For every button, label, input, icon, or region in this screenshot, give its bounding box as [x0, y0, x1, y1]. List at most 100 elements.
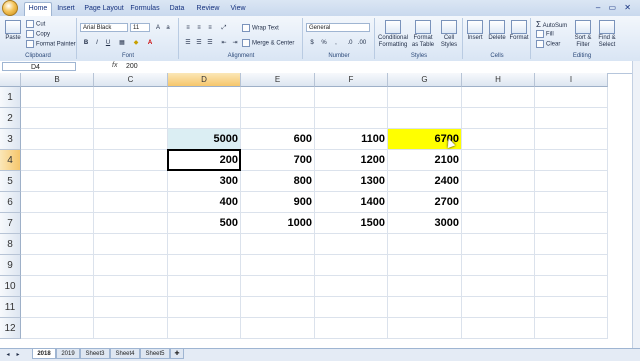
sort-filter-button[interactable]: Sort & Filter: [572, 20, 594, 49]
cell-b3[interactable]: [21, 129, 94, 150]
cell-e4[interactable]: 700: [241, 150, 315, 171]
format-painter-button[interactable]: Format Painter: [26, 40, 76, 48]
align-bottom-icon[interactable]: ≡: [204, 23, 216, 34]
row-header-3[interactable]: 3: [0, 129, 21, 150]
tab-page-layout[interactable]: Page Layout: [84, 3, 124, 16]
cell-g7[interactable]: 3000: [388, 213, 462, 234]
cell-g10[interactable]: [388, 276, 462, 297]
cell-e8[interactable]: [241, 234, 315, 255]
font-size-select[interactable]: 11: [130, 23, 150, 32]
font-color-icon[interactable]: A: [144, 38, 156, 49]
cell-d5[interactable]: 300: [168, 171, 241, 192]
cell-e1[interactable]: [241, 87, 315, 108]
row-header-7[interactable]: 7: [0, 213, 21, 234]
cell-c1[interactable]: [94, 87, 168, 108]
row-header-1[interactable]: 1: [0, 87, 21, 108]
format-as-table-button[interactable]: Format as Table: [410, 20, 436, 49]
cell-b11[interactable]: [21, 297, 94, 318]
cell-d3[interactable]: 5000: [168, 129, 241, 150]
cell-i12[interactable]: [535, 318, 608, 339]
column-header-h[interactable]: H: [462, 73, 535, 87]
cell-f5[interactable]: 1300: [315, 171, 388, 192]
row-header-12[interactable]: 12: [0, 318, 21, 339]
tab-data[interactable]: Data: [166, 3, 188, 16]
insert-cells-button[interactable]: Insert: [464, 20, 486, 42]
cell-d10[interactable]: [168, 276, 241, 297]
cell-i7[interactable]: [535, 213, 608, 234]
cell-c10[interactable]: [94, 276, 168, 297]
cell-e10[interactable]: [241, 276, 315, 297]
tab-review[interactable]: Review: [194, 3, 222, 16]
tab-view[interactable]: View: [228, 3, 248, 16]
cell-h6[interactable]: [462, 192, 535, 213]
column-header-g[interactable]: G: [388, 73, 462, 87]
row-header-4[interactable]: 4: [0, 150, 21, 171]
shrink-font-icon[interactable]: a: [162, 23, 174, 34]
merge-center-button[interactable]: Merge & Center: [242, 39, 294, 47]
cell-e3[interactable]: 600: [241, 129, 315, 150]
row-header-9[interactable]: 9: [0, 255, 21, 276]
cell-i3[interactable]: [535, 129, 608, 150]
paste-button[interactable]: Paste: [2, 20, 24, 42]
row-header-6[interactable]: 6: [0, 192, 21, 213]
cell-f9[interactable]: [315, 255, 388, 276]
fill-button[interactable]: Fill: [536, 30, 554, 38]
cell-e12[interactable]: [241, 318, 315, 339]
office-button-icon[interactable]: [2, 0, 18, 16]
cell-c11[interactable]: [94, 297, 168, 318]
sheet-tab-sheet4[interactable]: Sheet4: [110, 349, 140, 359]
underline-button[interactable]: U: [102, 38, 114, 49]
percent-button[interactable]: %: [318, 38, 330, 49]
column-header-d[interactable]: D: [168, 73, 241, 87]
cell-d1[interactable]: [168, 87, 241, 108]
cell-c6[interactable]: [94, 192, 168, 213]
borders-icon[interactable]: ▦: [116, 38, 128, 49]
sheet-tab-sheet5[interactable]: Sheet5: [140, 349, 170, 359]
wrap-text-button[interactable]: Wrap Text: [242, 24, 279, 32]
column-header-b[interactable]: B: [21, 73, 94, 87]
cell-f8[interactable]: [315, 234, 388, 255]
cell-b10[interactable]: [21, 276, 94, 297]
cell-c8[interactable]: [94, 234, 168, 255]
row-header-8[interactable]: 8: [0, 234, 21, 255]
conditional-formatting-button[interactable]: Conditional Formatting: [378, 20, 408, 49]
cell-f7[interactable]: 1500: [315, 213, 388, 234]
cell-d7[interactable]: 500: [168, 213, 241, 234]
cell-f11[interactable]: [315, 297, 388, 318]
font-name-select[interactable]: Arial Black: [80, 23, 128, 32]
cell-i11[interactable]: [535, 297, 608, 318]
cell-g8[interactable]: [388, 234, 462, 255]
row-header-10[interactable]: 10: [0, 276, 21, 297]
cell-d11[interactable]: [168, 297, 241, 318]
fill-color-icon[interactable]: ◆: [130, 38, 142, 49]
cell-f10[interactable]: [315, 276, 388, 297]
cell-e11[interactable]: [241, 297, 315, 318]
cell-b12[interactable]: [21, 318, 94, 339]
formula-input[interactable]: 200: [126, 62, 138, 71]
tab-home[interactable]: Home: [24, 2, 52, 17]
cell-c4[interactable]: [94, 150, 168, 171]
cell-f1[interactable]: [315, 87, 388, 108]
cell-g1[interactable]: [388, 87, 462, 108]
cell-b1[interactable]: [21, 87, 94, 108]
cell-i2[interactable]: [535, 108, 608, 129]
column-header-e[interactable]: E: [241, 73, 315, 87]
cell-h10[interactable]: [462, 276, 535, 297]
insert-sheet-icon[interactable]: ✚: [170, 349, 184, 359]
tab-formulas[interactable]: Formulas: [130, 3, 160, 16]
sheet-tab-2018[interactable]: 2018: [32, 349, 56, 359]
vertical-scrollbar[interactable]: [632, 61, 640, 348]
increase-indent-icon[interactable]: ⇥: [229, 38, 241, 49]
cell-h5[interactable]: [462, 171, 535, 192]
cell-d8[interactable]: [168, 234, 241, 255]
cell-g2[interactable]: [388, 108, 462, 129]
cell-b4[interactable]: [21, 150, 94, 171]
cell-i6[interactable]: [535, 192, 608, 213]
cell-e9[interactable]: [241, 255, 315, 276]
cell-h11[interactable]: [462, 297, 535, 318]
column-header-c[interactable]: C: [94, 73, 168, 87]
cell-g5[interactable]: 2400: [388, 171, 462, 192]
cell-b7[interactable]: [21, 213, 94, 234]
cell-h9[interactable]: [462, 255, 535, 276]
cell-i4[interactable]: [535, 150, 608, 171]
